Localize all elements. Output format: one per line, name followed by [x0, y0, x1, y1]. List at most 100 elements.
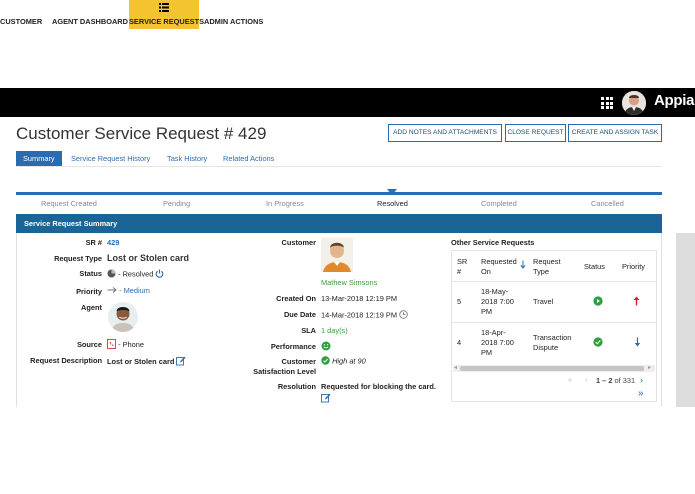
nav-label: SERVICE REQUESTS [129, 17, 205, 26]
last-page-icon[interactable]: » [638, 388, 644, 399]
create-assign-task-button[interactable]: CREATE AND ASSIGN TASK [568, 124, 662, 142]
satisfaction-label-1: Customer [281, 357, 317, 366]
resolution-edit-icon[interactable] [321, 393, 331, 405]
nav-service-requests[interactable]: SERVICE REQUESTS [129, 0, 204, 29]
tab-service-request-history[interactable]: Service Request History [71, 151, 150, 166]
satisfaction-value: High at 90 [332, 356, 366, 366]
next-page-icon[interactable]: › [640, 375, 643, 385]
pager-range: 1 – 2 [596, 376, 613, 385]
tab-task-history[interactable]: Task History [167, 151, 207, 166]
apps-grid-icon[interactable] [601, 97, 613, 109]
agent-avatar[interactable] [108, 302, 138, 332]
row2-type-1: Transaction [533, 333, 572, 342]
check-circle-icon [593, 337, 603, 349]
row1-sr[interactable]: 5 [457, 297, 461, 307]
row2-sr[interactable]: 4 [457, 338, 461, 348]
resolution-label: Resolution [277, 382, 316, 391]
list-icon [129, 3, 199, 17]
row-divider [451, 281, 657, 282]
sort-down-icon[interactable] [520, 260, 526, 271]
nav-label: ADMIN ACTIONS [204, 17, 264, 26]
power-icon[interactable] [155, 269, 164, 280]
nav-label: CUSTOMER [0, 17, 43, 26]
row2-requested-1: 18-Apr- [481, 328, 506, 337]
col-sr-2: # [457, 267, 462, 276]
col-sr-1: SR [457, 257, 468, 266]
col-priority: Priority [622, 262, 645, 271]
stage-request-created: Request Created [41, 199, 97, 208]
check-circle-icon [321, 356, 330, 367]
sr-label: SR # [85, 238, 102, 247]
nav-customer[interactable]: CUSTOMER [0, 0, 44, 29]
row2-requested-3: PM [481, 348, 493, 357]
row1-requested-1: 18-May- [481, 287, 509, 296]
priority-value: - Medium [119, 286, 150, 295]
current-stage-marker [387, 189, 397, 195]
pager-text: 1 – 2 of 331 [596, 376, 635, 385]
request-description-label: Request Description [30, 356, 102, 365]
stage-in-progress: In Progress [266, 199, 304, 208]
priority-value-wrap: - Medium [107, 286, 150, 296]
status-label: Status [79, 269, 102, 278]
col-requested-1[interactable]: Requested [481, 257, 517, 267]
first-page-icon[interactable]: « [568, 375, 572, 384]
move-icon [204, 3, 264, 17]
arrow-right-icon [107, 286, 117, 296]
close-request-button[interactable]: CLOSE REQUEST [505, 124, 566, 142]
top-nav-bar [0, 88, 695, 117]
status-value: - Resolved [118, 269, 154, 279]
customer-photo[interactable] [321, 238, 353, 272]
request-type-value: Lost or Stolen card [107, 253, 190, 263]
col-status: Status [584, 262, 605, 271]
stage-pending: Pending [163, 199, 191, 208]
arrow-down-icon [634, 337, 641, 349]
status-value-wrap: - Resolved [107, 269, 164, 280]
add-notes-button[interactable]: ADD NOTES AND ATTACHMENTS [388, 124, 502, 142]
source-value: - Phone [118, 339, 144, 349]
users-icon [0, 3, 44, 17]
page-title: Customer Service Request # 429 [16, 124, 267, 143]
nav-label: AGENT DASHBOARD [52, 17, 128, 26]
phone-icon [107, 339, 116, 351]
priority-label: Priority [76, 287, 102, 296]
source-label: Source [76, 340, 102, 349]
nav-admin-actions[interactable]: ADMIN ACTIONS [204, 0, 264, 29]
stage-cancelled: Cancelled [591, 199, 624, 208]
progress-track [16, 192, 662, 195]
due-date-value: 14-Mar-2018 12:19 PM [321, 310, 397, 320]
due-date-value-wrap: 14-Mar-2018 12:19 PM [321, 310, 408, 321]
panel-header: Service Request Summary [16, 214, 662, 233]
sr-value[interactable]: 429 [107, 238, 119, 247]
col-request-type-2: Type [533, 267, 550, 276]
other-requests-title: Other Service Requests [451, 238, 535, 247]
created-on-value: 13-Mar-2018 12:19 PM [321, 294, 397, 303]
source-value-wrap: - Phone [107, 339, 144, 351]
request-type-label: Request Type [54, 254, 102, 263]
col-requested-2: On [481, 267, 491, 276]
user-avatar[interactable] [622, 91, 646, 115]
tab-related-actions[interactable]: Related Actions [223, 151, 274, 166]
scroll-right-icon[interactable]: ▸ [648, 365, 651, 372]
row2-type-2: Dispute [533, 343, 559, 352]
tab-divider [16, 166, 662, 167]
pager-total: of 331 [612, 376, 636, 385]
row-divider [451, 322, 657, 323]
edit-icon[interactable] [176, 356, 187, 368]
brand-logo: Appian [654, 92, 695, 109]
scroll-left-icon[interactable]: ◂ [454, 365, 457, 372]
customer-label: Customer [281, 238, 317, 247]
row2-requested-2: 2018 7:00 [481, 338, 514, 347]
customer-name[interactable]: Mathew Simsons [321, 278, 377, 287]
resolution-value: Requested for blocking the card. [321, 382, 436, 391]
smile-icon [321, 341, 331, 353]
user-circle-icon [52, 2, 126, 17]
clock-icon [399, 310, 408, 321]
tab-summary[interactable]: Summary [16, 151, 62, 166]
request-description-value: Lost or Stolen card [107, 356, 175, 366]
scrollbar-thumb[interactable] [460, 366, 644, 371]
prev-page-icon[interactable]: ‹ [585, 375, 587, 384]
play-circle-icon [593, 296, 603, 308]
page-edge [676, 233, 695, 407]
nav-agent-dashboard[interactable]: AGENT DASHBOARD [52, 0, 128, 29]
satisfaction-label-2: Satisfaction Level [253, 367, 316, 376]
